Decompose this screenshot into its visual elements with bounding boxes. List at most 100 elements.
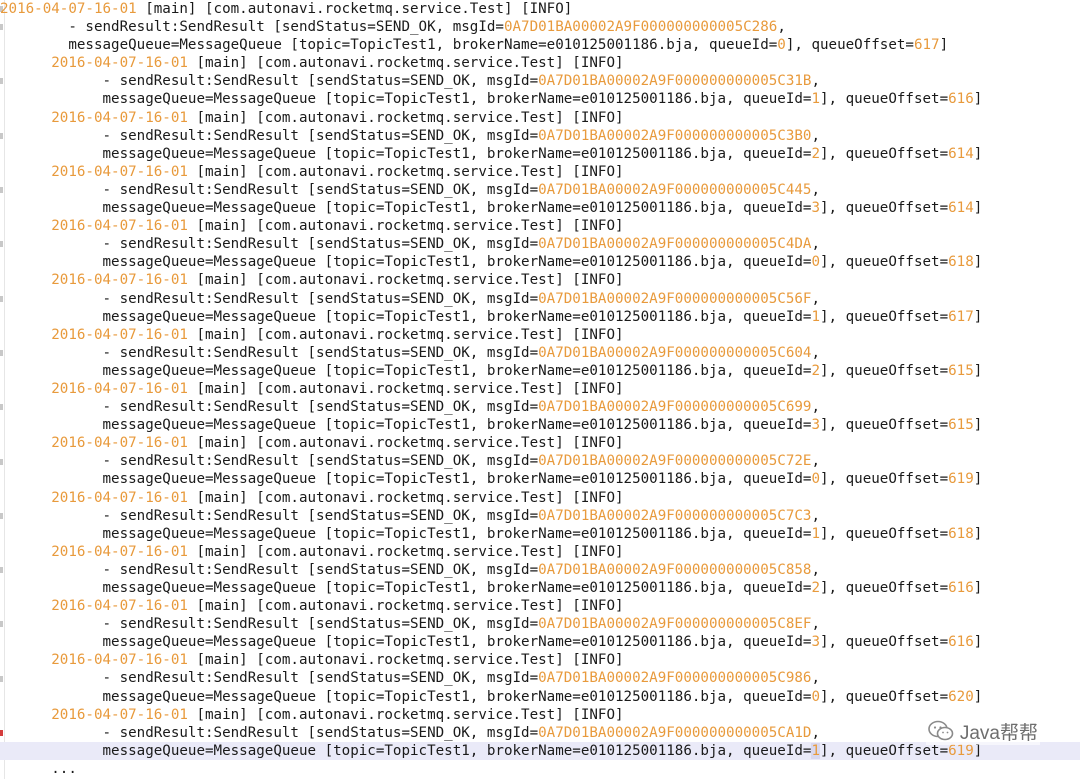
send-result-line: - sendResult:SendResult [sendStatus=SEND… — [102, 73, 821, 90]
timestamp: 2016-04-07-16-01 — [51, 55, 188, 72]
queue-offset: 616 — [948, 634, 974, 651]
msg-id: 0A7D01BA00002A9F000000000005C72E — [538, 453, 812, 470]
message-queue-line: messageQueue=MessageQueue [topic=TopicTe… — [0, 741, 1080, 760]
logger: [com.autonavi.rocketmq.service.Test] — [205, 1, 513, 17]
thread: [main] — [145, 1, 197, 17]
msg-id: 0A7D01BA00002A9F000000000005CA1D — [538, 724, 812, 741]
send-result-text: - sendResult:SendResult [sendStatus=SEND… — [102, 344, 539, 361]
send-result-line: - sendResult:SendResult [sendStatus=SEND… — [102, 236, 821, 253]
send-result-text: - sendResult:SendResult [sendStatus=SEND… — [102, 507, 539, 524]
header-rest: [main] [com.autonavi.rocketmq.service.Te… — [196, 55, 624, 72]
header-rest: [main] [com.autonavi.rocketmq.service.Te… — [196, 435, 624, 452]
message-queue-line: messageQueue=MessageQueue [topic=TopicTe… — [102, 308, 983, 325]
send-result-text: - sendResult:SendResult [sendStatus=SEND… — [102, 181, 539, 198]
header-rest: [main] [com.autonavi.rocketmq.service.Te… — [196, 109, 624, 126]
send-result-line: - sendResult:SendResult [sendStatus=SEND… — [102, 344, 821, 361]
queue-id: 2 — [811, 362, 820, 379]
message-queue-line: messageQueue=MessageQueue [topic=TopicTe… — [102, 525, 983, 542]
message-queue-line: messageQueue=MessageQueue [topic=TopicTe… — [102, 417, 983, 434]
wechat-icon — [928, 720, 954, 741]
message-queue-line: messageQueue=MessageQueue [topic=TopicTe… — [102, 362, 983, 379]
message-queue-text: messageQueue=MessageQueue [topic=TopicTe… — [102, 362, 812, 379]
msg-id: 0A7D01BA00002A9F000000000005C31B — [538, 73, 812, 90]
queue-offset-label: ], queueOffset= — [820, 634, 949, 651]
send-result-line: - sendResult:SendResult [sendStatus=SEND… — [102, 616, 821, 633]
message-queue-line: messageQueue=MessageQueue [topic=TopicTe… — [102, 634, 983, 651]
header-rest: [main] [com.autonavi.rocketmq.service.Te… — [196, 380, 624, 397]
send-result-line: - sendResult:SendResult [sendStatus=SEND… — [68, 19, 786, 36]
queue-id: 3 — [811, 417, 820, 434]
send-result-line: - sendResult:SendResult [sendStatus=SEND… — [102, 507, 821, 524]
queue-id: 0 — [811, 471, 820, 488]
send-result-text: - sendResult:SendResult [sendStatus=SEND… — [102, 73, 539, 90]
queue-offset: 618 — [948, 254, 974, 271]
log-header-line: 2016-04-07-16-01 [main] [com.autonavi.ro… — [0, 163, 1080, 181]
log-viewer[interactable]: 2016-04-07-16-01 [main] [com.autonavi.ro… — [0, 0, 1080, 778]
send-result-line: - sendResult:SendResult [sendStatus=SEND… — [102, 290, 821, 307]
queue-offset-label: ], queueOffset= — [820, 742, 949, 759]
queue-id: 3 — [811, 634, 820, 651]
msg-id: 0A7D01BA00002A9F000000000005C986 — [538, 670, 812, 687]
queue-offset: 620 — [948, 688, 974, 705]
msg-id: 0A7D01BA00002A9F000000000005C8EF — [538, 616, 812, 633]
msg-id: 0A7D01BA00002A9F000000000005C286 — [503, 19, 778, 36]
message-queue-text: messageQueue=MessageQueue [topic=TopicTe… — [102, 580, 812, 596]
message-queue-text: messageQueue=MessageQueue [topic=TopicTe… — [68, 37, 778, 54]
queue-offset-label: ], queueOffset= — [820, 417, 949, 434]
message-queue-line: messageQueue=MessageQueue [topic=TopicTe… — [102, 200, 983, 217]
message-queue-text: messageQueue=MessageQueue [topic=TopicTe… — [102, 417, 812, 434]
timestamp: 2016-04-07-16-01 — [0, 1, 137, 17]
timestamp: 2016-04-07-16-01 — [51, 163, 188, 180]
log-header-line: 2016-04-07-16-01 [main] [com.autonavi.ro… — [0, 380, 1080, 398]
message-queue-text: messageQueue=MessageQueue [topic=TopicTe… — [102, 525, 812, 542]
level: [INFO] — [521, 1, 573, 17]
log-header-line: 2016-04-07-16-01 [main] [com.autonavi.ro… — [0, 326, 1080, 344]
queue-offset: 614 — [948, 145, 974, 162]
send-result-line: - sendResult:SendResult [sendStatus=SEND… — [102, 127, 821, 144]
queue-offset: 618 — [948, 525, 974, 542]
queue-offset: 615 — [948, 362, 974, 379]
message-queue-line: messageQueue=MessageQueue [topic=TopicTe… — [102, 91, 983, 108]
queue-id: 1 — [811, 525, 820, 542]
header-rest: [main] [com.autonavi.rocketmq.service.Te… — [196, 272, 624, 289]
queue-offset-label: ], queueOffset= — [820, 254, 949, 271]
queue-offset-label: ], queueOffset= — [820, 580, 949, 596]
queue-offset: 619 — [948, 742, 974, 759]
send-result-text: - sendResult:SendResult [sendStatus=SEND… — [102, 724, 539, 741]
log-header-line: 2016-04-07-16-01 [main] [com.autonavi.ro… — [0, 109, 1080, 127]
send-result-text: - sendResult:SendResult [sendStatus=SEND… — [102, 616, 539, 633]
message-queue-line: messageQueue=MessageQueue [topic=TopicTe… — [102, 471, 983, 488]
timestamp: 2016-04-07-16-01 — [51, 218, 188, 235]
send-result-text: - sendResult:SendResult [sendStatus=SEND… — [102, 453, 539, 470]
queue-offset-label: ], queueOffset= — [820, 200, 949, 217]
header-rest: [main] [com.autonavi.rocketmq.service.Te… — [196, 163, 624, 180]
watermark-text: Java帮帮 — [959, 722, 1038, 744]
queue-offset: 617 — [948, 308, 974, 325]
header-rest: [main] [com.autonavi.rocketmq.service.Te… — [196, 652, 624, 669]
message-queue-line: messageQueue=MessageQueue [topic=TopicTe… — [102, 688, 983, 705]
queue-offset-label: ], queueOffset= — [785, 37, 914, 54]
timestamp: 2016-04-07-16-01 — [51, 326, 188, 343]
message-queue-text: messageQueue=MessageQueue [topic=TopicTe… — [102, 91, 812, 108]
ellipsis: ... — [51, 760, 77, 777]
msg-id: 0A7D01BA00002A9F000000000005C7C3 — [538, 507, 812, 524]
queue-offset: 616 — [948, 91, 974, 108]
timestamp: 2016-04-07-16-01 — [51, 489, 188, 506]
log-header-line: 2016-04-07-16-01 [main] [com.autonavi.ro… — [0, 271, 1080, 289]
message-queue-text: messageQueue=MessageQueue [topic=TopicTe… — [102, 200, 812, 217]
message-queue-line: messageQueue=MessageQueue [topic=TopicTe… — [68, 37, 949, 54]
log-header-line: 2016-04-07-16-01 [main] [com.autonavi.ro… — [0, 597, 1080, 615]
msg-id: 0A7D01BA00002A9F000000000005C858 — [538, 561, 812, 578]
queue-offset-label: ], queueOffset= — [820, 471, 949, 488]
header-rest: [main] [com.autonavi.rocketmq.service.Te… — [196, 218, 624, 235]
send-result-text: - sendResult:SendResult [sendStatus=SEND… — [102, 290, 539, 307]
message-queue-text: messageQueue=MessageQueue [topic=TopicTe… — [102, 688, 812, 705]
queue-offset-label: ], queueOffset= — [820, 91, 949, 108]
send-result-line: - sendResult:SendResult [sendStatus=SEND… — [102, 399, 821, 416]
message-queue-text: messageQueue=MessageQueue [topic=TopicTe… — [102, 254, 812, 271]
send-result-line: - sendResult:SendResult [sendStatus=SEND… — [102, 670, 821, 687]
timestamp: 2016-04-07-16-01 — [51, 706, 188, 723]
header-rest: [main] [com.autonavi.rocketmq.service.Te… — [196, 489, 624, 506]
queue-id: 0 — [811, 254, 820, 271]
send-result-text: - sendResult:SendResult [sendStatus=SEND… — [68, 19, 504, 36]
